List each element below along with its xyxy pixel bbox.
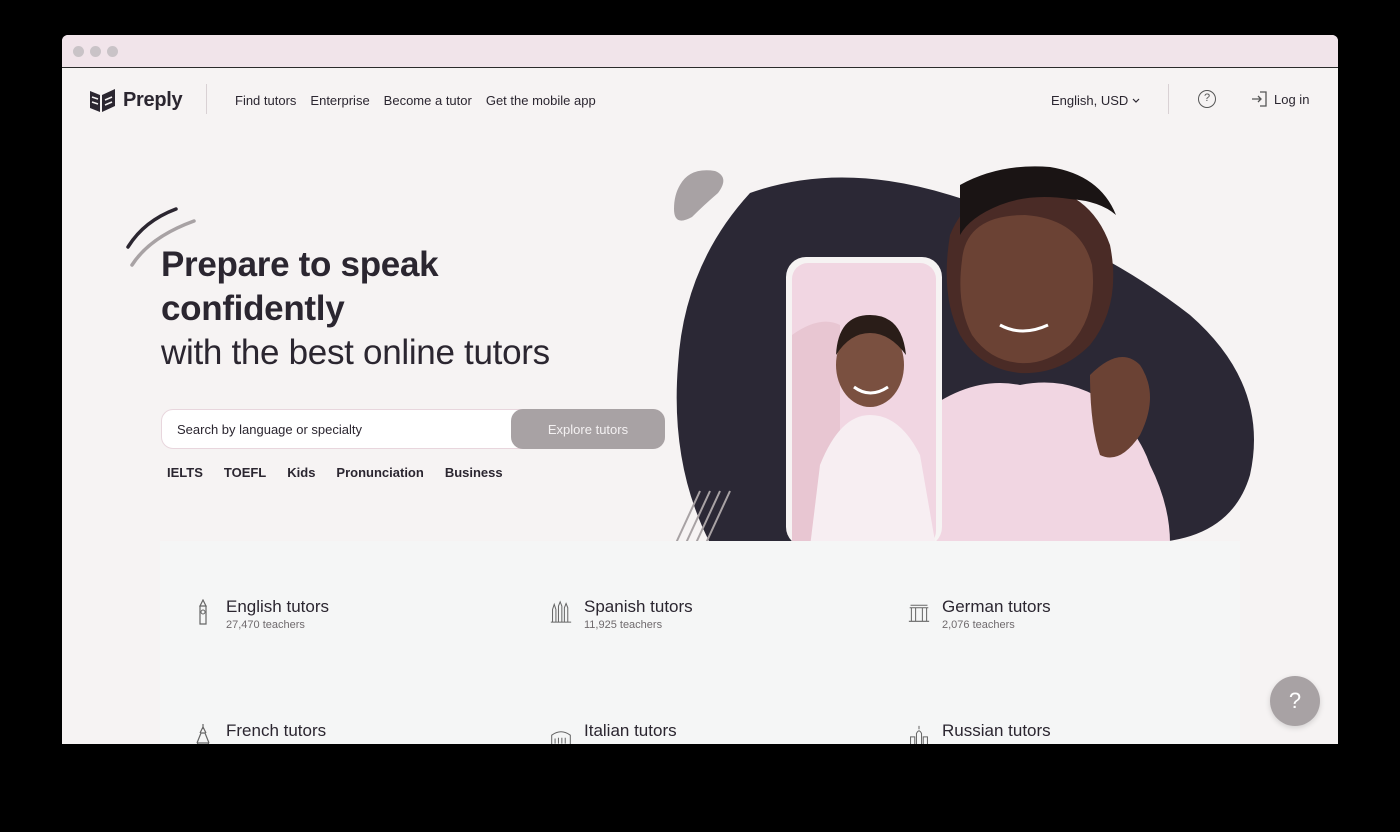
- big-ben-icon: [199, 599, 207, 625]
- category-italian[interactable]: Italian tutors: [550, 721, 677, 744]
- nav-enterprise[interactable]: Enterprise: [310, 93, 369, 108]
- category-german[interactable]: German tutors 2,076 teachers: [908, 597, 1051, 631]
- logo[interactable]: Preply: [89, 87, 183, 114]
- category-title: Russian tutors: [942, 721, 1051, 740]
- category-spanish[interactable]: Spanish tutors 11,925 teachers: [550, 597, 693, 631]
- chip-business[interactable]: Business: [445, 465, 503, 480]
- language-currency-selector[interactable]: English, USD: [1051, 93, 1140, 108]
- category-french[interactable]: French tutors: [192, 721, 326, 744]
- nav-divider-right: [1168, 84, 1169, 114]
- sagrada-familia-icon: [550, 600, 572, 623]
- category-title: English tutors: [226, 597, 329, 616]
- quick-filter-chips: IELTS TOEFL Kids Pronunciation Business: [167, 465, 503, 480]
- help-icon[interactable]: ?: [1198, 90, 1216, 108]
- login-button[interactable]: Log in: [1250, 90, 1309, 108]
- explore-tutors-button[interactable]: Explore tutors: [511, 409, 665, 449]
- category-count: 11,925 teachers: [584, 619, 663, 631]
- top-nav: Preply Find tutors Enterprise Become a t…: [62, 68, 1338, 136]
- login-icon: [1252, 91, 1267, 107]
- eiffel-tower-icon: [196, 724, 210, 744]
- minimize-window-button[interactable]: [90, 46, 101, 57]
- category-count: 27,470 teachers: [226, 619, 305, 631]
- brand-name: Preply: [123, 89, 183, 111]
- login-label: Log in: [1274, 91, 1310, 107]
- chip-toefl[interactable]: TOEFL: [224, 465, 266, 480]
- chip-pronunciation[interactable]: Pronunciation: [336, 465, 423, 480]
- category-english[interactable]: English tutors 27,470 teachers: [192, 597, 329, 631]
- nav-links: Find tutors Enterprise Become a tutor Ge…: [235, 93, 596, 108]
- category-title: French tutors: [226, 721, 327, 740]
- language-categories: English tutors 27,470 teachers Spanish t…: [160, 541, 1240, 744]
- colosseum-icon: [551, 731, 571, 744]
- nav-become-tutor[interactable]: Become a tutor: [384, 93, 472, 108]
- close-window-button[interactable]: [73, 46, 84, 57]
- brandenburg-gate-icon: [908, 604, 930, 622]
- category-russian[interactable]: Russian tutors: [908, 721, 1051, 744]
- hero-headline: Prepare to speak confidently with the be…: [161, 243, 681, 375]
- hero-subtitle: with the best online tutors: [161, 333, 550, 372]
- nav-divider: [206, 84, 207, 114]
- hero-illustration: [674, 166, 1254, 543]
- window-titlebar: [62, 35, 1338, 68]
- hero-title-line2: confidently: [161, 289, 345, 328]
- chevron-down-icon: [1132, 98, 1140, 103]
- search-input[interactable]: [162, 421, 511, 437]
- category-title: Italian tutors: [584, 721, 677, 740]
- grey-blob: [674, 170, 724, 221]
- preply-logo-icon: [90, 89, 115, 112]
- chip-kids[interactable]: Kids: [287, 465, 315, 480]
- nav-find-tutors[interactable]: Find tutors: [235, 93, 296, 108]
- browser-window: Preply Find tutors Enterprise Become a t…: [62, 35, 1338, 744]
- kremlin-icon: [910, 725, 928, 744]
- hero-title-line1: Prepare to speak: [161, 245, 439, 284]
- chip-ielts[interactable]: IELTS: [167, 465, 203, 480]
- category-title: German tutors: [942, 597, 1051, 616]
- maximize-window-button[interactable]: [107, 46, 118, 57]
- floating-help-button[interactable]: ?: [1270, 676, 1320, 726]
- search-bar: Explore tutors: [161, 409, 665, 449]
- language-label: English, USD: [1051, 93, 1129, 108]
- nav-mobile-app[interactable]: Get the mobile app: [486, 93, 596, 108]
- video-call-phone: [786, 257, 942, 543]
- category-title: Spanish tutors: [584, 597, 693, 616]
- category-count: 2,076 teachers: [942, 619, 1015, 631]
